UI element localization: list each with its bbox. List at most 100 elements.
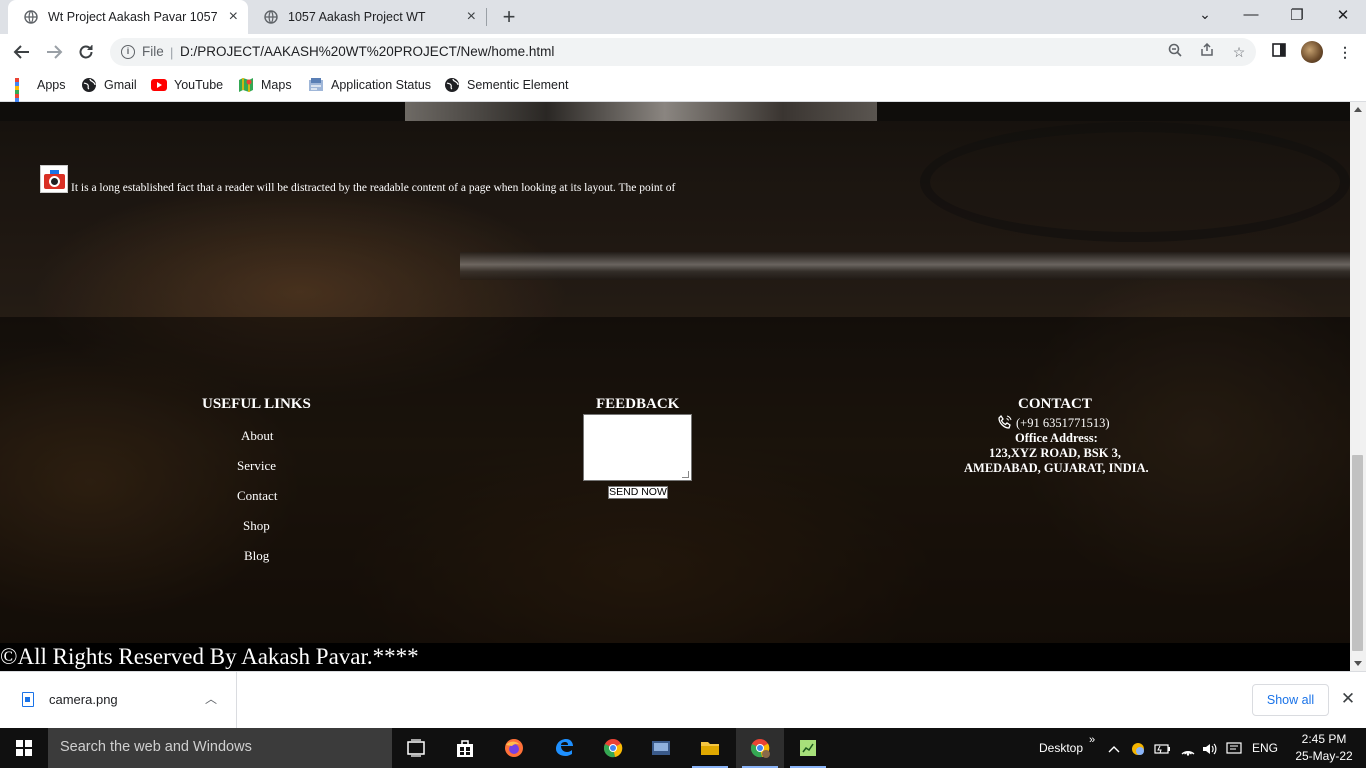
youtube-icon (151, 79, 167, 91)
back-arrow-icon (13, 45, 29, 59)
clock-date: 25-May-22 (1295, 749, 1353, 763)
system-clock[interactable]: 2:45 PM 25-May-22 (1293, 731, 1355, 765)
copyright-bar: ©All Rights Reserved By Aakash Pavar.***… (0, 643, 1350, 671)
contact-address-line1: 123,XYZ ROAD, BSK 3, (989, 446, 1121, 460)
toolbar-overflow-icon[interactable]: » (1089, 720, 1095, 760)
back-button[interactable] (10, 40, 34, 64)
url-text[interactable]: D:/PROJECT/AAKASH%20WT%20PROJECT/New/hom… (180, 44, 554, 59)
info-icon[interactable]: i (121, 45, 135, 59)
send-now-button[interactable]: SEND NOW (608, 486, 668, 499)
taskbar-file-explorer[interactable] (686, 728, 734, 768)
close-tab-icon[interactable]: × (229, 9, 238, 25)
task-view-button[interactable] (392, 728, 440, 768)
address-bar[interactable]: i File | D:/PROJECT/AAKASH%20WT%20PROJEC… (110, 38, 1256, 66)
taskbar-search[interactable]: Search the web and Windows (48, 728, 392, 768)
taskbar-chrome[interactable] (589, 728, 637, 768)
bookmarks-bar: Apps Gmail YouTube Maps Application Stat… (0, 70, 1366, 114)
bookmark-label: Gmail (104, 78, 137, 92)
footer-link-shop[interactable]: Shop (243, 518, 270, 534)
image-file-icon (22, 692, 34, 707)
zoom-icon[interactable] (1166, 43, 1184, 61)
globe-icon (264, 10, 278, 24)
taskbar-sql-app[interactable] (637, 728, 685, 768)
footer-link-blog[interactable]: Blog (244, 548, 269, 564)
download-item[interactable]: camera.png ︿ (0, 672, 237, 729)
notepad-icon (800, 740, 816, 756)
bookmark-label: Apps (37, 78, 66, 92)
application-status-icon (309, 78, 323, 91)
volume-icon[interactable] (1202, 728, 1218, 768)
tab-separator (486, 8, 487, 26)
folder-icon (701, 742, 719, 755)
share-icon[interactable] (1198, 42, 1216, 61)
bookmark-application-status[interactable]: Application Status (308, 76, 431, 94)
close-window-button[interactable]: ✕ (1333, 6, 1353, 24)
bookmark-sementic-element[interactable]: Sementic Element (444, 76, 568, 94)
footer-link-about[interactable]: About (241, 428, 274, 444)
desktop-toolbar-label[interactable]: Desktop (1039, 728, 1083, 768)
show-all-button[interactable]: Show all (1252, 684, 1329, 716)
tab-strip: Wt Project Aakash Pavar 1057 × 1057 Aaka… (0, 0, 1366, 34)
feedback-textarea[interactable] (583, 414, 692, 481)
bookmark-youtube[interactable]: YouTube (151, 76, 223, 94)
chrome-icon (750, 739, 770, 758)
page-scrollbar[interactable] (1350, 102, 1366, 671)
footer-link-service[interactable]: Service (237, 458, 276, 474)
camera-image (40, 165, 68, 193)
taskbar-store[interactable] (441, 728, 489, 768)
taskbar-notepad-app[interactable] (784, 728, 832, 768)
download-filename: camera.png (49, 692, 118, 707)
forward-arrow-icon (47, 45, 63, 59)
taskbar-edge[interactable] (540, 728, 588, 768)
phone-icon (998, 415, 1012, 429)
battery-icon[interactable] (1154, 728, 1172, 768)
taskbar-firefox[interactable] (490, 728, 538, 768)
new-tab-button[interactable]: + (498, 4, 520, 30)
menu-kebab-icon[interactable]: ⋮ (1335, 42, 1355, 62)
task-view-icon (407, 739, 425, 757)
bookmark-star-icon[interactable]: ☆ (1230, 43, 1248, 61)
notifications-icon[interactable] (1226, 728, 1242, 768)
firefox-icon (505, 739, 523, 757)
show-hidden-icons-chevron-icon[interactable] (1108, 728, 1120, 768)
reload-button[interactable] (74, 40, 98, 64)
close-tab-icon[interactable]: × (467, 9, 476, 25)
chevron-up-icon[interactable]: ︿ (205, 690, 217, 707)
useful-links-heading: USEFUL LINKS (202, 396, 311, 412)
database-app-icon (652, 741, 670, 755)
weather-icon[interactable] (1130, 728, 1146, 768)
apps-grid-icon (14, 77, 30, 114)
tab-inactive[interactable]: 1057 Aakash Project WT × (248, 0, 486, 34)
browser-toolbar: i File | D:/PROJECT/AAKASH%20WT%20PROJEC… (0, 34, 1366, 70)
input-language[interactable]: ENG (1252, 728, 1278, 768)
wifi-icon[interactable] (1180, 728, 1196, 768)
reload-icon (79, 45, 93, 59)
bookmark-apps[interactable]: Apps (14, 76, 66, 114)
edge-icon (556, 739, 573, 756)
side-panel-icon[interactable] (1269, 42, 1289, 62)
tab-search-icon[interactable]: ⌄ (1195, 6, 1215, 23)
footer-link-contact[interactable]: Contact (237, 488, 277, 504)
scroll-down-arrow-icon[interactable] (1354, 661, 1362, 666)
contact-phone: (+91 6351771513) (1016, 416, 1110, 430)
maximize-button[interactable]: ❐ (1287, 6, 1307, 24)
feedback-heading: FEEDBACK (596, 396, 680, 412)
address-divider: | (170, 45, 174, 60)
close-download-bar-icon[interactable]: ✕ (1340, 689, 1356, 709)
scroll-thumb[interactable] (1352, 455, 1363, 651)
forward-button[interactable] (42, 40, 66, 64)
windows-taskbar: Search the web and Windows Desktop » ENG… (0, 728, 1366, 768)
bookmark-maps[interactable]: Maps (238, 76, 292, 94)
chrome-icon (603, 739, 623, 758)
tab-title: 1057 Aakash Project WT (288, 10, 426, 24)
camera-lens-shape (49, 176, 60, 187)
taskbar-chrome-profile[interactable] (736, 728, 784, 768)
bookmark-gmail[interactable]: Gmail (81, 76, 137, 94)
tab-active[interactable]: Wt Project Aakash Pavar 1057 × (8, 0, 248, 34)
scroll-up-arrow-icon[interactable] (1354, 107, 1362, 112)
contact-address-line2: AMEDABAD, GUJARAT, INDIA. (964, 461, 1149, 475)
globe-icon (445, 78, 459, 92)
minimize-button[interactable]: — (1241, 6, 1261, 23)
profile-avatar[interactable] (1301, 41, 1323, 63)
start-button[interactable] (0, 728, 48, 768)
